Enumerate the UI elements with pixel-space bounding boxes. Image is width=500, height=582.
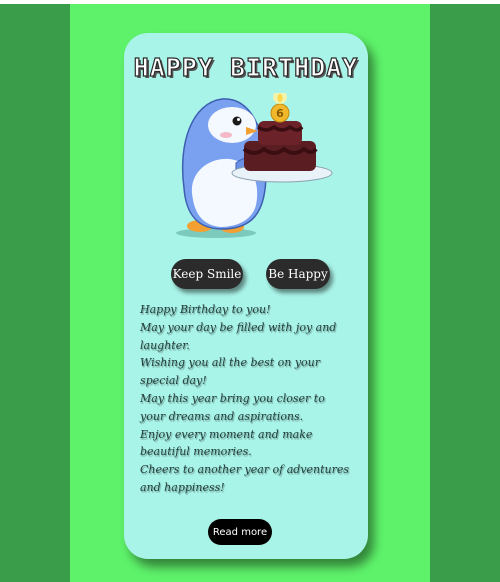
- message-line: May your day be filled with joy and laug…: [140, 320, 337, 352]
- penguin-face: [208, 107, 256, 143]
- message-line: Happy Birthday to you!: [140, 303, 271, 316]
- message-line: Wishing you all the best on your special…: [140, 356, 321, 388]
- message-line: Cheers to another year of adventures and…: [140, 463, 350, 494]
- penguin-eye: [232, 116, 242, 126]
- svg-text:6: 6: [276, 107, 284, 120]
- stage-background: HAPPY BIRTHDAY 6 Keep Smile Be Happy Hap…: [70, 4, 430, 582]
- candle-flame: [277, 94, 283, 102]
- message-line: Enjoy every moment and make beautiful me…: [140, 427, 313, 459]
- birthday-message: Happy Birthday to you! May your day be f…: [140, 301, 350, 497]
- card-title: HAPPY BIRTHDAY: [133, 52, 359, 82]
- right-side-panel: [430, 4, 500, 582]
- penguin-cake-illustration: 6: [176, 93, 333, 238]
- message-line: May this year bring you closer to your d…: [140, 391, 325, 423]
- be-happy-button[interactable]: Be Happy: [266, 259, 330, 289]
- left-side-panel: [0, 4, 70, 582]
- read-more-button[interactable]: Read more: [208, 519, 272, 545]
- penguin-blush: [220, 132, 232, 138]
- cake-bottom-tier: [244, 141, 316, 171]
- ground-shadow: [176, 228, 256, 238]
- keep-smile-button[interactable]: Keep Smile: [171, 259, 243, 289]
- cake-top-tier: [258, 121, 302, 145]
- birthday-card: HAPPY BIRTHDAY 6 Keep Smile Be Happy Hap…: [124, 33, 368, 559]
